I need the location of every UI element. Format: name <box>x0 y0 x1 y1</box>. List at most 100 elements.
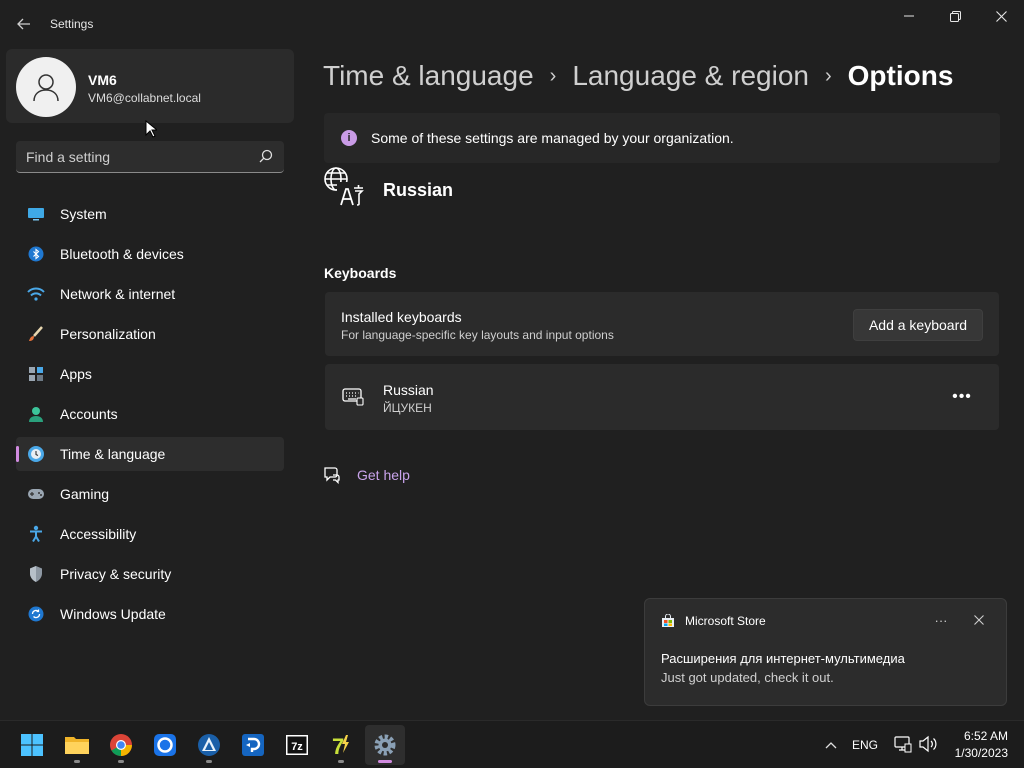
clock-time[interactable]: 6:52 AM <box>948 729 1008 743</box>
keyboard-name: Russian <box>383 382 434 398</box>
sidebar-item-accounts[interactable]: Accounts <box>16 397 284 431</box>
more-horizontal-icon: ••• <box>952 388 972 405</box>
running-indicator <box>378 760 392 763</box>
installed-keyboards-title: Installed keyboards <box>341 309 462 325</box>
running-indicator <box>74 760 80 763</box>
back-button[interactable] <box>12 10 36 38</box>
toast-body: Just got updated, check it out. <box>661 670 834 685</box>
keyboard-layout: ЙЦУКЕН <box>383 401 432 415</box>
taskbar-circle-app[interactable] <box>145 725 185 765</box>
avatar <box>16 57 76 117</box>
chevron-up-icon <box>825 742 837 749</box>
more-horizontal-icon: ··· <box>934 612 948 628</box>
back-arrow-icon <box>17 18 30 30</box>
search-input[interactable] <box>26 141 246 172</box>
sidebar-item-label: Network & internet <box>60 286 176 302</box>
app-title: Settings <box>50 17 94 31</box>
sidebar-item-time-language[interactable]: Time & language <box>16 437 284 471</box>
minimize-icon <box>904 15 914 17</box>
chevron-right-icon: › <box>824 64 832 87</box>
taskbar: 7z 7 ENG 6:52 AM 1/30/2023 <box>0 720 1024 768</box>
restore-icon <box>949 10 961 22</box>
sidebar-item-network[interactable]: Network & internet <box>16 277 284 311</box>
restore-button[interactable] <box>932 0 978 32</box>
taskbar-7-lightning-app[interactable]: 7 <box>321 725 361 765</box>
taskbar-chrome[interactable] <box>101 725 141 765</box>
info-icon: i <box>341 130 357 146</box>
close-icon <box>995 10 1007 22</box>
running-indicator <box>118 760 124 763</box>
sidebar-item-system[interactable]: System <box>16 197 284 231</box>
taskbar-remote-desktop[interactable] <box>233 725 273 765</box>
account-icon <box>27 405 45 423</box>
sidebar-item-accessibility[interactable]: Accessibility <box>16 517 284 551</box>
monitor-icon <box>27 205 45 223</box>
minimize-button[interactable] <box>886 0 932 32</box>
keyboards-section-title: Keyboards <box>324 265 397 281</box>
sidebar-item-label: Gaming <box>60 486 110 502</box>
language-name: Russian <box>383 180 454 200</box>
search-box <box>16 141 284 173</box>
breadcrumb-item-time-language[interactable]: Time & language <box>323 60 534 92</box>
toast-close-button[interactable] <box>967 610 991 630</box>
sidebar-item-bluetooth[interactable]: Bluetooth & devices <box>16 237 284 271</box>
network-icon[interactable] <box>894 735 912 753</box>
accessibility-icon <box>27 525 45 543</box>
svg-text:7: 7 <box>332 734 344 757</box>
keyboard-icon <box>342 388 364 406</box>
keyboard-more-options-button[interactable]: ••• <box>947 384 977 410</box>
running-indicator <box>338 760 344 763</box>
taskbar-file-explorer[interactable] <box>57 725 97 765</box>
triangle-app-icon <box>198 734 220 756</box>
profile-email: VM6@collabnet.local <box>88 91 201 105</box>
sidebar-item-label: Privacy & security <box>60 566 172 582</box>
sidebar-item-label: Apps <box>60 366 92 382</box>
input-language-indicator[interactable]: ENG <box>852 738 878 752</box>
volume-icon[interactable] <box>918 735 938 753</box>
taskbar-settings[interactable] <box>365 725 405 765</box>
sidebar-item-personalization[interactable]: Personalization <box>16 317 284 351</box>
taskbar-triangle-app[interactable] <box>189 725 229 765</box>
toast-more-button[interactable]: ··· <box>927 610 955 630</box>
help-chat-icon[interactable] <box>323 466 341 484</box>
store-icon <box>662 614 674 627</box>
person-icon <box>33 74 59 102</box>
7zip-icon: 7z <box>286 735 308 755</box>
file-explorer-icon <box>65 737 89 754</box>
settings-gear-icon <box>374 734 396 756</box>
show-hidden-icons-button[interactable] <box>820 735 842 755</box>
add-keyboard-button[interactable]: Add a keyboard <box>853 309 983 341</box>
toast-notification[interactable]: Microsoft Store ··· Расширения для интер… <box>644 598 1007 706</box>
search-icon[interactable] <box>258 148 274 164</box>
sidebar-item-label: Windows Update <box>60 606 166 622</box>
sidebar-item-apps[interactable]: Apps <box>16 357 284 391</box>
update-icon <box>27 605 45 623</box>
toast-app-name: Microsoft Store <box>685 614 766 628</box>
svg-text:7z: 7z <box>291 741 303 753</box>
sidebar-item-label: Personalization <box>60 326 156 342</box>
selection-indicator <box>16 446 19 462</box>
clock-date[interactable]: 1/30/2023 <box>948 746 1008 760</box>
user-profile-card[interactable]: VM6 VM6@collabnet.local <box>6 49 294 123</box>
title-bar: Settings <box>0 0 1024 48</box>
remote-desktop-icon <box>242 734 264 756</box>
start-button[interactable] <box>12 725 52 765</box>
close-icon <box>974 615 984 625</box>
get-help-link[interactable]: Get help <box>357 467 410 483</box>
sidebar-item-gaming[interactable]: Gaming <box>16 477 284 511</box>
installed-keyboards-subtitle: For language-specific key layouts and in… <box>341 328 614 342</box>
taskbar-7zip[interactable]: 7z <box>277 725 317 765</box>
sidebar-item-label: Accounts <box>60 406 118 422</box>
sidebar-item-privacy[interactable]: Privacy & security <box>16 557 284 591</box>
shield-icon <box>27 565 45 583</box>
profile-name: VM6 <box>88 72 117 88</box>
chrome-icon <box>110 734 132 756</box>
close-button[interactable] <box>978 0 1024 32</box>
sidebar-item-label: Accessibility <box>60 526 137 542</box>
running-indicator <box>206 760 212 763</box>
clock-globe-icon <box>27 445 45 463</box>
breadcrumb-item-language-region[interactable]: Language & region <box>572 60 809 92</box>
sidebar-item-windows-update[interactable]: Windows Update <box>16 597 284 631</box>
brush-icon <box>27 325 45 343</box>
circle-app-icon <box>154 734 176 756</box>
